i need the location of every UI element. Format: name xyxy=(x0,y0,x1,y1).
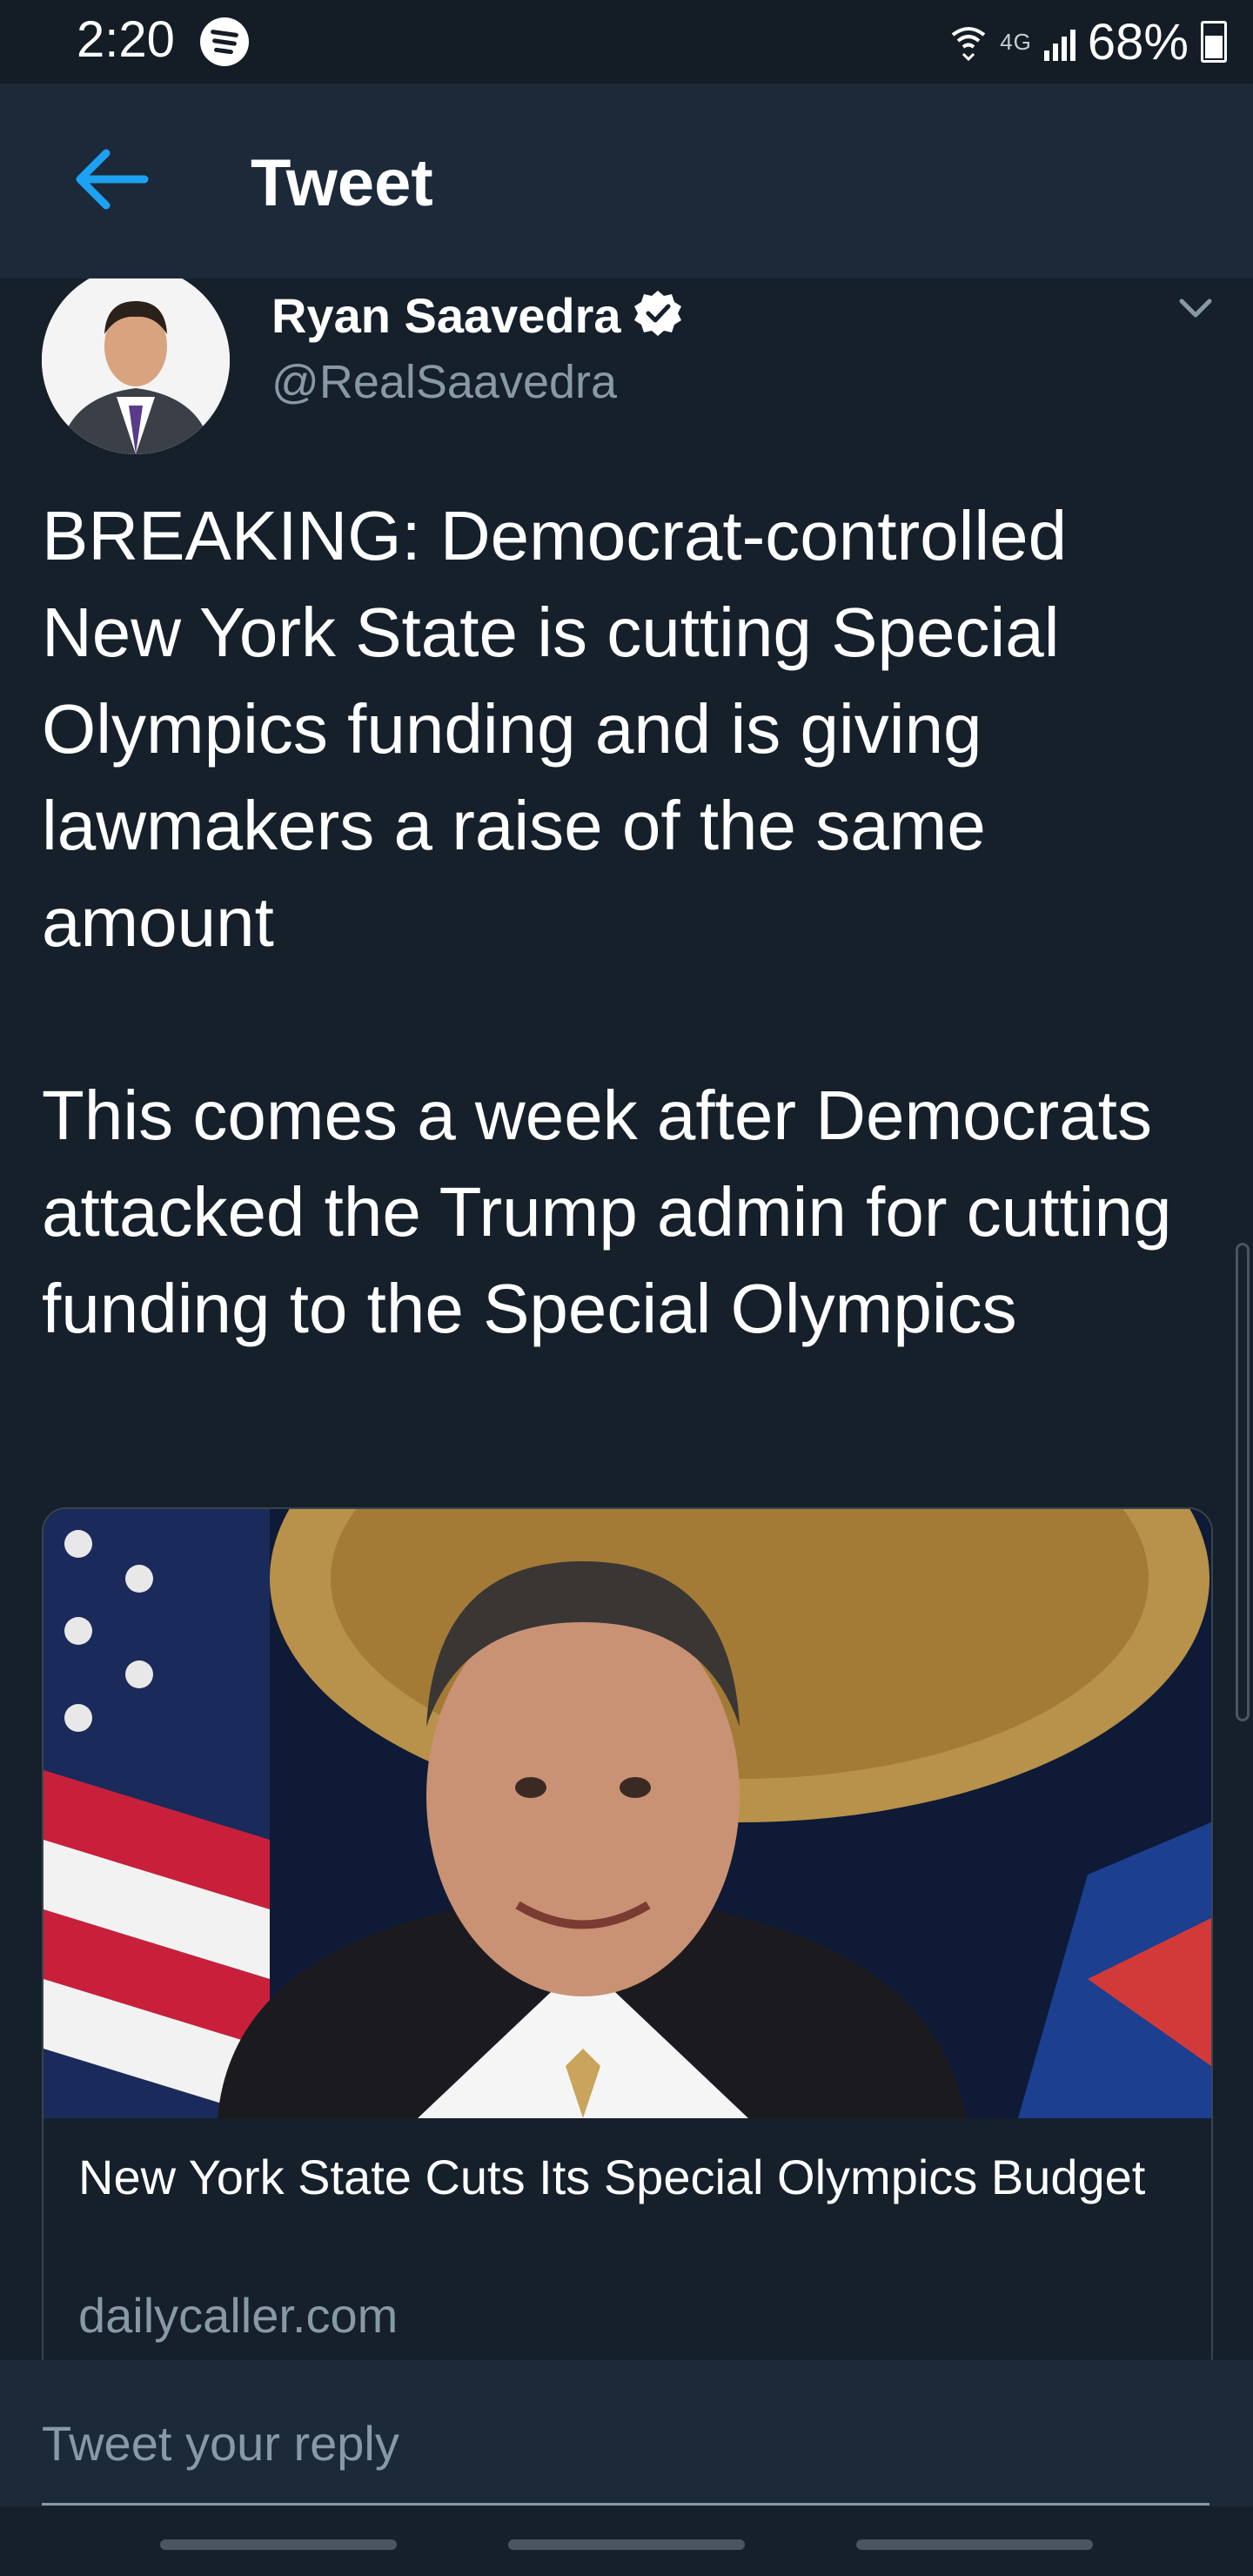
app-header xyxy=(0,84,1253,278)
network-label: 4G xyxy=(1000,28,1032,55)
tweet-detail: Ryan Saavedra @RealSaavedra BREAKING: De… xyxy=(0,278,1253,2360)
scrollbar[interactable] xyxy=(1236,1243,1250,1721)
nav-home-button[interactable] xyxy=(508,2539,745,2550)
reply-bar xyxy=(0,2360,1253,2506)
avatar[interactable] xyxy=(42,278,230,454)
status-icons: 4G 68% xyxy=(949,7,1227,77)
navigation-bar xyxy=(0,2506,1253,2576)
reply-underline xyxy=(42,2503,1209,2506)
status-time: 2:20 xyxy=(77,11,175,68)
link-card[interactable]: New York State Cuts Its Special Olympics… xyxy=(42,1507,1213,2360)
card-image xyxy=(44,1509,1211,2118)
card-domain: dailycaller.com xyxy=(78,2288,399,2343)
avatar-photo xyxy=(42,278,230,454)
battery-icon xyxy=(1201,21,1227,63)
card-title: New York State Cuts Its Special Olympics… xyxy=(78,2150,1146,2204)
reply-input[interactable] xyxy=(42,2412,1209,2473)
status-bar: 2:20 4G 68% xyxy=(0,0,1253,84)
wifi-icon xyxy=(951,27,986,61)
author-name[interactable]: Ryan Saavedra xyxy=(271,287,621,344)
spotify-icon xyxy=(200,17,249,66)
back-arrow-icon[interactable] xyxy=(71,139,151,219)
page-title: Tweet xyxy=(251,146,433,220)
chevron-down-icon[interactable] xyxy=(1175,287,1216,329)
tweet-text: BREAKING: Democrat-controlled New York S… xyxy=(42,497,1172,1347)
verified-badge-icon xyxy=(634,291,681,336)
nav-recent-button[interactable] xyxy=(160,2539,397,2550)
signal-icon xyxy=(1043,23,1075,61)
author-handle[interactable]: @RealSaavedra xyxy=(271,355,617,409)
nav-back-button[interactable] xyxy=(856,2539,1093,2550)
battery-percent: 68% xyxy=(1087,13,1189,70)
